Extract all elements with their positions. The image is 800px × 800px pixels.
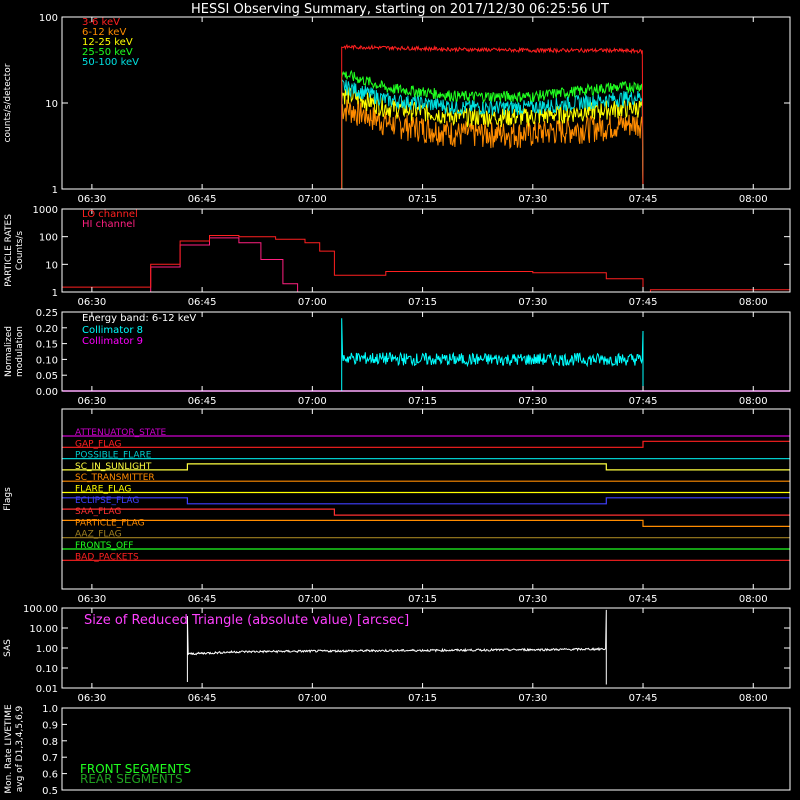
panel-frame [61,16,791,190]
plot-title: HESSI Observing Summary, starting on 201… [191,2,609,17]
series-line-HI-channel [62,237,790,293]
y-axis-label: PARTICLE RATES [4,214,14,287]
x-tick-label: 06:30 [77,396,106,407]
x-tick-label: 07:30 [518,297,547,308]
y-tick-label: 10.00 [29,624,58,635]
flag-line-ECLIPSE_FLAG [62,497,790,505]
x-tick-label: 07:15 [408,594,437,605]
x-tick-label: 08:00 [739,396,768,407]
legend-entry: Collimator 8 [82,325,143,336]
x-tick-label: 06:45 [188,693,217,704]
y-tick-label: 10 [45,260,58,271]
y-tick-label: 0.10 [36,664,58,675]
y-tick-label: 0.10 [36,355,58,366]
y-tick-label: 0.05 [36,371,58,382]
y-tick-label: 0.15 [36,340,58,351]
legend-entry: REAR SEGMENTS [80,772,183,786]
x-tick-label: 07:45 [629,594,658,605]
x-tick-label: 06:45 [188,594,217,605]
livetime-panel: 0.5 0.6 0.7 0.8 0.9 1.0 Mon. Rate LIVETIME avg … [4,704,791,797]
y-axis-label: Counts/s [15,231,25,270]
count-rates-panel: 1 10 100 06:30 06:45 07:00 07:15 07:30 07:45 08:0… [3,13,791,205]
flag-line-SAA_FLAG [62,508,790,516]
x-tick-label: 07:00 [298,396,327,407]
x-tick-label: 07:30 [518,194,547,205]
flag-line-GAP_FLAG [62,440,790,448]
y-axis-label: Normalized [4,326,14,377]
particle-rates-panel: 1 10 100 1000 06:30 06:45 07:00 07:15 07:30 07:45… [4,205,791,308]
x-tick-label: 06:45 [188,396,217,407]
x-tick-label: 07:45 [629,194,658,205]
series-line-Collimator-8 [341,318,644,391]
flags-panel: ATTENUATOR_STATEGAP_FLAGPOSSIBLE_FLARESC… [3,408,791,605]
y-axis-label: Flags [3,487,13,511]
x-tick-label: 06:30 [77,693,106,704]
x-tick-label: 08:00 [739,594,768,605]
y-tick-label: 0.8 [42,737,58,748]
y-tick-label: 1.0 [42,704,58,715]
y-tick-label: 0.6 [42,770,58,781]
x-tick-label: 06:45 [188,297,217,308]
x-tick-label: 07:15 [408,194,437,205]
y-axis-label: avg of D1,3,4,5,6,9 [15,705,25,792]
flag-line-SC_IN_SUNLIGHT [62,463,790,471]
x-tick-label: 07:00 [298,194,327,205]
y-tick-label: 100 [39,233,58,244]
x-tick-label: 07:45 [629,693,658,704]
x-tick-label: 07:30 [518,594,547,605]
y-tick-label: 1000 [33,205,58,216]
x-tick-label: 07:15 [408,693,437,704]
y-tick-label: 0.5 [42,786,58,797]
y-axis-label: counts/s/detector [3,63,13,142]
x-tick-label: 06:30 [77,594,106,605]
y-tick-label: 1 [52,288,58,299]
y-tick-label: 1.00 [36,644,58,655]
x-tick-label: 06:45 [188,194,217,205]
x-tick-label: 07:30 [518,396,547,407]
series-line-LO-channel [62,235,791,293]
annotation: Energy band: 6-12 keV [82,313,196,324]
y-tick-label: 10 [45,99,58,110]
y-axis-label: Mon. Rate LIVETIME [4,704,14,794]
x-tick-label: 08:00 [739,693,768,704]
observing-summary-plot: HESSI Observing Summary, starting on 201… [3,2,791,797]
series-line-3-6-keV [341,43,644,190]
x-tick-label: 08:00 [739,194,768,205]
panel-frame [61,208,791,293]
x-tick-label: 07:00 [298,594,327,605]
legend-entry: HI channel [82,219,135,230]
legend-entry: Collimator 9 [82,336,143,347]
sas-panel: 0.01 0.10 1.00 10.00 100.00 06:30 06:45 07:00 07… [3,604,791,704]
x-tick-label: 07:45 [629,297,658,308]
y-tick-label: 0.00 [36,387,58,398]
x-tick-label: 07:30 [518,693,547,704]
y-tick-label: 1 [52,185,58,196]
y-tick-label: 100.00 [23,604,58,615]
y-tick-label: 0.20 [36,324,58,335]
y-axis-label: SAS [3,639,13,657]
legend-entry: 50-100 keV [82,57,139,68]
y-tick-label: 0.9 [42,720,58,731]
y-tick-label: 0.01 [36,684,58,695]
modulation-panel: 0.00 0.05 0.10 0.15 0.20 0.25 06:30 06:45 07:00 0… [4,308,791,407]
y-tick-label: 0.25 [36,308,58,319]
x-tick-label: 07:00 [298,297,327,308]
x-tick-label: 07:15 [408,396,437,407]
x-tick-label: 06:30 [77,297,106,308]
annotation: Size of Reduced Triangle (absolute value… [84,613,409,628]
x-tick-label: 08:00 [739,297,768,308]
x-tick-label: 07:15 [408,297,437,308]
y-tick-label: 0.7 [42,753,58,764]
flag-line-PARTICLE_FLAG [62,519,790,527]
x-tick-label: 06:30 [77,194,106,205]
x-tick-label: 07:00 [298,693,327,704]
y-tick-label: 100 [39,13,58,24]
y-axis-label: modulation [15,326,25,377]
x-tick-label: 07:45 [629,396,658,407]
